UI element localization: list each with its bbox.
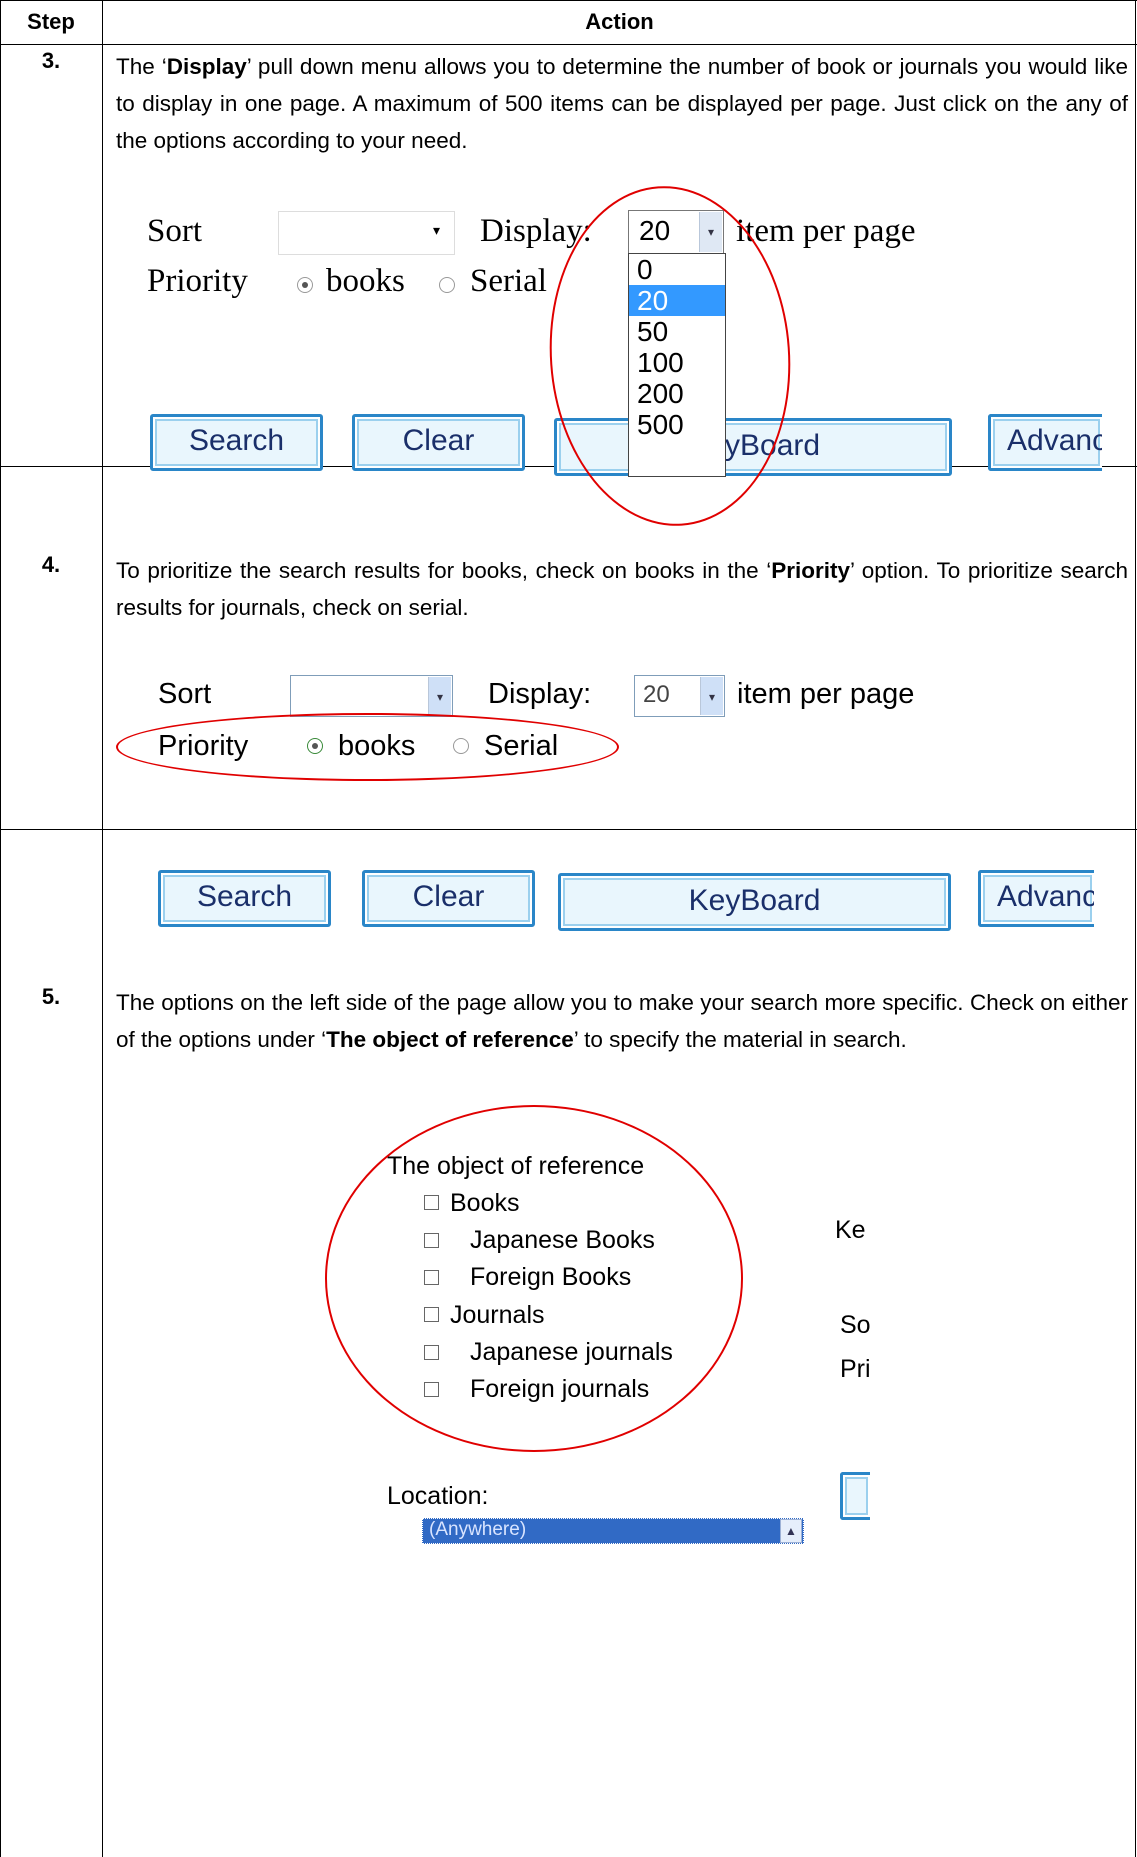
display-select-value: 20 bbox=[639, 215, 671, 246]
japanese-journals-label: Japanese journals bbox=[470, 1338, 673, 1366]
serial-label: Serial bbox=[484, 730, 559, 762]
sort-select[interactable]: ▾ bbox=[290, 675, 453, 717]
foreign-journals-label: Foreign journals bbox=[470, 1375, 650, 1403]
japanese-books-checkbox[interactable] bbox=[424, 1233, 439, 1248]
search-button[interactable] bbox=[840, 1472, 870, 1520]
advanced-button-label: Advanc bbox=[1007, 424, 1102, 457]
header-action: Action bbox=[585, 9, 654, 34]
priority-label-partial: Pri bbox=[840, 1355, 871, 1383]
sort-label: Sort bbox=[147, 213, 203, 249]
display-label: Display: bbox=[488, 678, 592, 710]
books-checkbox[interactable] bbox=[424, 1195, 439, 1210]
journals-checkbox-label: Journals bbox=[450, 1301, 545, 1329]
serial-label: Serial bbox=[470, 263, 547, 299]
object-of-reference-heading: The object of reference bbox=[387, 1152, 645, 1180]
chevron-down-icon: ▾ bbox=[700, 677, 723, 715]
step-number: 4. bbox=[41, 552, 61, 577]
step-number: 3. bbox=[41, 48, 61, 73]
display-option[interactable]: 0 bbox=[629, 254, 725, 285]
location-label: Location: bbox=[387, 1482, 489, 1510]
priority-label: Priority bbox=[147, 263, 248, 299]
advanced-button[interactable]: Advanc bbox=[988, 414, 1102, 471]
header-step: Step bbox=[27, 9, 75, 34]
scroll-up-icon[interactable]: ▲ bbox=[780, 1519, 802, 1543]
chevron-down-icon: ▾ bbox=[432, 222, 440, 238]
chevron-down-icon: ▾ bbox=[428, 677, 451, 715]
books-label: books bbox=[326, 263, 405, 299]
sort-label-partial: So bbox=[840, 1311, 871, 1339]
location-listbox[interactable]: (Anywhere) bbox=[422, 1518, 804, 1544]
keyword-label-partial: Ke bbox=[835, 1216, 866, 1244]
serial-radio[interactable] bbox=[439, 277, 455, 293]
serial-radio[interactable] bbox=[453, 738, 469, 754]
step-description: To prioritize the search results for boo… bbox=[116, 558, 1128, 620]
display-select-value: 20 bbox=[643, 681, 670, 708]
location-option[interactable]: (Anywhere) bbox=[429, 1519, 526, 1541]
per-page-label: item per page bbox=[736, 213, 916, 249]
step-description: The ‘Display’ pull down menu allows you … bbox=[116, 54, 1128, 153]
advanced-button-label: Advanc bbox=[997, 880, 1094, 913]
step-number: 5. bbox=[41, 984, 61, 1009]
clear-button[interactable]: Clear bbox=[352, 414, 525, 471]
display-option[interactable]: 500 bbox=[629, 409, 725, 440]
display-option[interactable]: 50 bbox=[629, 316, 725, 347]
foreign-books-checkbox[interactable] bbox=[424, 1270, 439, 1285]
books-checkbox-label: Books bbox=[450, 1189, 520, 1217]
keyboard-button[interactable]: yBoard bbox=[554, 418, 952, 476]
display-select[interactable]: 20 ▾ bbox=[634, 675, 725, 717]
keyboard-button-label: yBoard bbox=[725, 429, 821, 462]
display-option[interactable]: 20 bbox=[629, 285, 725, 316]
sort-select[interactable]: ▾ bbox=[278, 211, 455, 255]
keyboard-button[interactable]: KeyBoard bbox=[558, 873, 951, 931]
display-options-list[interactable]: 0 20 50 100 200 500 bbox=[628, 253, 726, 477]
japanese-books-label: Japanese Books bbox=[470, 1226, 655, 1254]
display-option[interactable]: 100 bbox=[629, 347, 725, 378]
search-button[interactable]: Search bbox=[150, 414, 323, 471]
clear-button[interactable]: Clear bbox=[362, 870, 535, 927]
display-select[interactable]: 20 ▾ bbox=[628, 210, 724, 254]
advanced-button[interactable]: Advanc bbox=[978, 870, 1094, 927]
books-radio[interactable] bbox=[297, 277, 313, 293]
foreign-books-label: Foreign Books bbox=[470, 1263, 632, 1291]
search-button[interactable]: Search bbox=[158, 870, 331, 927]
japanese-journals-checkbox[interactable] bbox=[424, 1345, 439, 1360]
priority-label: Priority bbox=[158, 730, 249, 762]
per-page-label: item per page bbox=[737, 678, 915, 710]
sort-label: Sort bbox=[158, 678, 212, 710]
display-label: Display: bbox=[480, 213, 592, 249]
foreign-journals-checkbox[interactable] bbox=[424, 1382, 439, 1397]
books-label: books bbox=[338, 730, 416, 762]
display-option[interactable]: 200 bbox=[629, 378, 725, 409]
chevron-down-icon: ▾ bbox=[699, 212, 722, 252]
journals-checkbox[interactable] bbox=[424, 1307, 439, 1322]
books-radio[interactable] bbox=[307, 738, 323, 754]
step-description: The options on the left side of the page… bbox=[116, 990, 1128, 1052]
